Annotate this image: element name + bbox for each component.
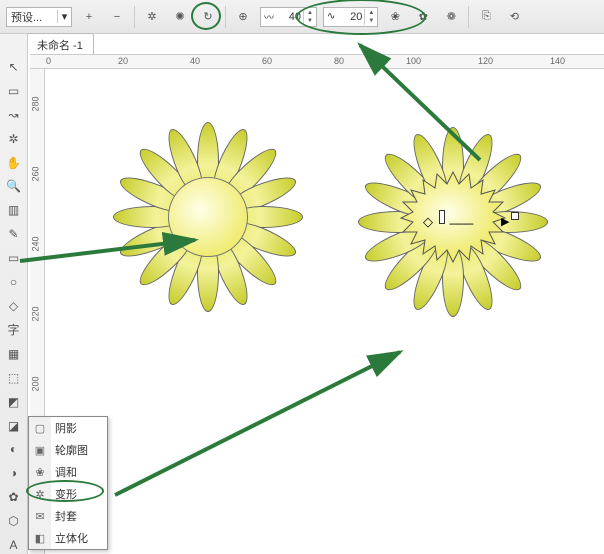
menu-item-label: 调和 (51, 464, 77, 480)
ruler-tick: 0 (46, 56, 51, 66)
polygon-tool-icon[interactable]: ◇ (4, 297, 24, 315)
random-distort-icon[interactable]: ❀ (384, 6, 406, 28)
spinner-arrows[interactable]: ▲▼ (364, 9, 377, 25)
ruler-tick: 260 (31, 166, 41, 181)
preset-label: 预设... (7, 9, 57, 25)
flower-right[interactable]: ◇ --------- ▶ (353, 122, 553, 322)
shape-tool-icon[interactable]: ▭ (4, 82, 24, 100)
zipper-distort-icon[interactable]: ✺ (169, 6, 191, 28)
shadow-icon: ▢ (29, 417, 51, 439)
outline-tool-icon[interactable]: ◑ (4, 464, 24, 482)
handle-diamond-icon[interactable]: ◇ (423, 214, 433, 230)
separator (468, 6, 469, 28)
menu-item-shadow[interactable]: ▢阴影 (29, 417, 107, 439)
amplitude-value: 40 (277, 11, 303, 23)
ruler-tick: 280 (31, 96, 41, 111)
drawing-canvas[interactable]: /*petals drawn below via JS*/ ◇ --------… (48, 72, 604, 554)
spinner-arrows[interactable]: ▲▼ (303, 9, 316, 25)
document-tab-label: 未命名 -1 (26, 33, 94, 56)
eyedropper-tool-icon[interactable]: ◐ (4, 441, 24, 459)
ruler-tick: 220 (31, 306, 41, 321)
handle-square-icon[interactable] (511, 212, 519, 220)
ruler-tick: 240 (31, 236, 41, 251)
ruler-tick: 120 (478, 56, 493, 66)
smart-fill-icon[interactable]: ▥ (4, 201, 24, 219)
preset-add-button[interactable]: + (78, 6, 100, 28)
separator (225, 6, 226, 28)
flower-center-left (168, 177, 248, 257)
rectangle-tool-icon[interactable]: ▭ (4, 249, 24, 267)
interactive-flyout-menu: ▢阴影 ▣轮廓图 ❀调和 ✲变形 ✉封套 ◧立体化 (28, 416, 108, 550)
ruler-tick: 200 (31, 376, 41, 391)
smooth-distort-icon[interactable]: ✿ (412, 6, 434, 28)
fill-tool-icon[interactable]: ✿ (4, 488, 24, 506)
menu-item-extrude[interactable]: ◧立体化 (29, 527, 107, 549)
menu-item-label: 封套 (51, 508, 77, 524)
contour-icon: ▣ (29, 439, 51, 461)
freehand-tool-icon[interactable]: ✲ (4, 130, 24, 148)
handle-slider-icon[interactable] (439, 210, 445, 224)
connector-tool-icon[interactable]: ◩ (4, 393, 24, 411)
dimension-tool-icon[interactable]: ⬚ (4, 369, 24, 387)
chevron-down-icon: ▾ (57, 10, 71, 23)
push-pull-distort-icon[interactable]: ✲ (141, 6, 163, 28)
pen-tool-icon[interactable]: ✎ (4, 225, 24, 243)
separator (134, 6, 135, 28)
flower-left[interactable]: /*petals drawn below via JS*/ (113, 122, 303, 312)
menu-item-contour[interactable]: ▣轮廓图 (29, 439, 107, 461)
text2-tool-icon[interactable]: A (4, 536, 24, 554)
toolbox: ↖ ▭ ↝ ✲ ✋ 🔍 ▥ ✎ ▭ ○ ◇ 字 ▦ ⬚ ◩ ◪ ◐ ◑ ✿ ⬡ … (0, 34, 28, 554)
pick-tool-icon[interactable]: ↖ (4, 58, 24, 76)
preset-remove-button[interactable]: − (106, 6, 128, 28)
twister-distort-icon[interactable]: ↻ (197, 6, 219, 28)
menu-item-label: 变形 (51, 486, 77, 502)
crop-tool-icon[interactable]: ↝ (4, 106, 24, 124)
smart-draw-icon[interactable]: ⬡ (4, 512, 24, 530)
pan-tool-icon[interactable]: ✋ (4, 154, 24, 172)
ruler-tick: 40 (190, 56, 200, 66)
center-distort-icon[interactable]: ⊕ (232, 6, 254, 28)
ruler-tick: 80 (334, 56, 344, 66)
menu-item-label: 立体化 (51, 530, 88, 546)
horizontal-ruler: 0 20 40 60 80 100 120 140 (30, 54, 604, 69)
ruler-tick: 140 (550, 56, 565, 66)
menu-item-label: 阴影 (51, 420, 77, 436)
menu-item-distort[interactable]: ✲变形 (29, 483, 107, 505)
menu-item-envelope[interactable]: ✉封套 (29, 505, 107, 527)
ellipse-tool-icon[interactable]: ○ (4, 273, 24, 291)
menu-item-blend[interactable]: ❀调和 (29, 461, 107, 483)
ruler-tick: 20 (118, 56, 128, 66)
frequency-spinner[interactable]: ∿ 20 ▲▼ (323, 7, 378, 27)
blend-icon: ❀ (29, 461, 51, 483)
ruler-tick: 60 (262, 56, 272, 66)
frequency-value: 20 (338, 11, 364, 23)
clear-distort-icon[interactable]: ⟲ (503, 6, 525, 28)
text-tool-icon[interactable]: 字 (4, 321, 24, 339)
interactive-tool-icon[interactable]: ◪ (4, 417, 24, 435)
preset-dropdown[interactable]: 预设... ▾ (6, 7, 72, 27)
amplitude-icon: 〰 (261, 9, 277, 24)
table-tool-icon[interactable]: ▦ (4, 345, 24, 363)
frequency-icon: ∿ (324, 11, 338, 22)
envelope-icon: ✉ (29, 505, 51, 527)
zoom-tool-icon[interactable]: 🔍 (4, 178, 24, 196)
distort-icon: ✲ (29, 483, 51, 505)
handle-arrow-icon[interactable]: ▶ (501, 215, 509, 228)
extrude-icon: ◧ (29, 527, 51, 549)
handle-line-icon: --------- (449, 218, 473, 230)
property-bar: 预设... ▾ + − ✲ ✺ ↻ ⊕ 〰 40 ▲▼ ∿ 20 ▲▼ ❀ ✿ … (0, 0, 604, 34)
menu-item-label: 轮廓图 (51, 442, 88, 458)
document-tab[interactable]: 未命名 -1 (26, 34, 94, 54)
local-distort-icon[interactable]: ❁ (440, 6, 462, 28)
copy-distort-icon[interactable]: ⎘ (475, 6, 497, 28)
ruler-tick: 100 (406, 56, 421, 66)
amplitude-spinner[interactable]: 〰 40 ▲▼ (260, 7, 317, 27)
